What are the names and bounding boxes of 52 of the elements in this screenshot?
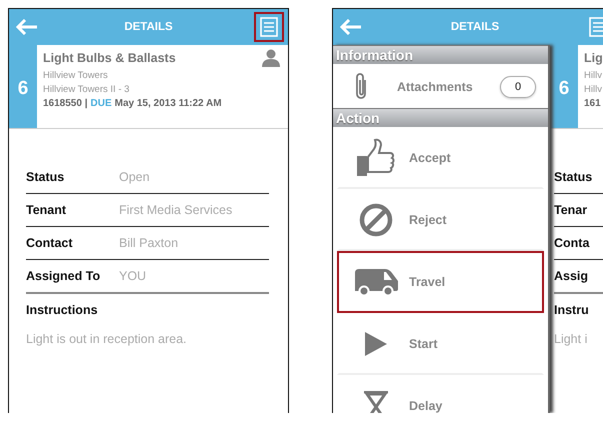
paperclip-icon — [353, 72, 369, 102]
back-arrow-icon[interactable] — [16, 19, 38, 35]
menu-icon — [260, 17, 278, 37]
field-label: Status — [554, 161, 603, 194]
thumbs-up-icon — [356, 138, 396, 178]
no-sign-icon — [359, 203, 393, 237]
play-icon — [364, 331, 388, 357]
menu-item[interactable]: Start — [337, 313, 544, 375]
work-order-card[interactable]: 6 Light Bulbs & Ballasts Hillview Towers Hillview Towers II - 3 1618550 | DUE May 15, 2013 11:22 AM — [9, 45, 288, 129]
section-header: Information — [336, 47, 413, 63]
field-label: Contact — [26, 236, 74, 250]
field-label: Tenar — [554, 194, 603, 227]
menu-item[interactable]: Delay — [337, 375, 544, 413]
menu-item[interactable]: Accept — [337, 127, 544, 189]
instructions-text: Light i — [554, 332, 588, 346]
work-order-title: Light Bulbs & Ballasts — [43, 51, 176, 65]
field-label: Conta — [554, 227, 603, 260]
field-label: Instru — [554, 303, 590, 317]
person-icon — [262, 49, 280, 67]
instructions-label: Instructions — [26, 303, 99, 317]
field-label: Status — [26, 170, 66, 184]
field-value: YOU — [119, 269, 146, 283]
back-arrow-icon[interactable] — [340, 19, 362, 35]
header-title: DETAILS — [124, 21, 173, 33]
due-label: DUE — [90, 98, 112, 109]
hourglass-icon — [362, 391, 390, 413]
menu-button[interactable] — [254, 12, 284, 42]
work-order-title: Lig — [584, 51, 603, 65]
count-badge: 0 — [500, 76, 536, 98]
menu-icon — [589, 17, 603, 37]
van-icon — [353, 267, 399, 297]
order-reference: 161 — [584, 98, 602, 109]
order-number: 6 — [558, 78, 570, 100]
menu-item[interactable]: Travel — [337, 251, 544, 313]
field-value: Bill Paxton — [119, 236, 178, 250]
location-name: Hillview Towers II - 3 — [43, 84, 130, 95]
order-number: 6 — [18, 78, 28, 100]
order-reference: 1618550 | — [43, 98, 88, 109]
header-title: DETAILS — [450, 21, 500, 33]
due-date: May 15, 2013 11:22 AM — [114, 98, 222, 109]
menu-item[interactable]: Reject — [337, 189, 544, 251]
field-label: Assigned To — [26, 269, 102, 283]
field-value: Open — [119, 170, 150, 184]
field-value: First Media Services — [119, 203, 232, 217]
field-label: Tenant — [26, 203, 68, 217]
building-name: Hillview Towers — [43, 70, 108, 81]
instructions-text: Light is out in reception area. — [26, 332, 188, 346]
section-header: Action — [336, 110, 380, 126]
menu-item[interactable]: Attachments 0 — [337, 64, 544, 108]
building-name: Hillv — [584, 70, 603, 81]
location-name: Hillv — [584, 84, 603, 95]
field-label: Assig — [554, 260, 603, 294]
